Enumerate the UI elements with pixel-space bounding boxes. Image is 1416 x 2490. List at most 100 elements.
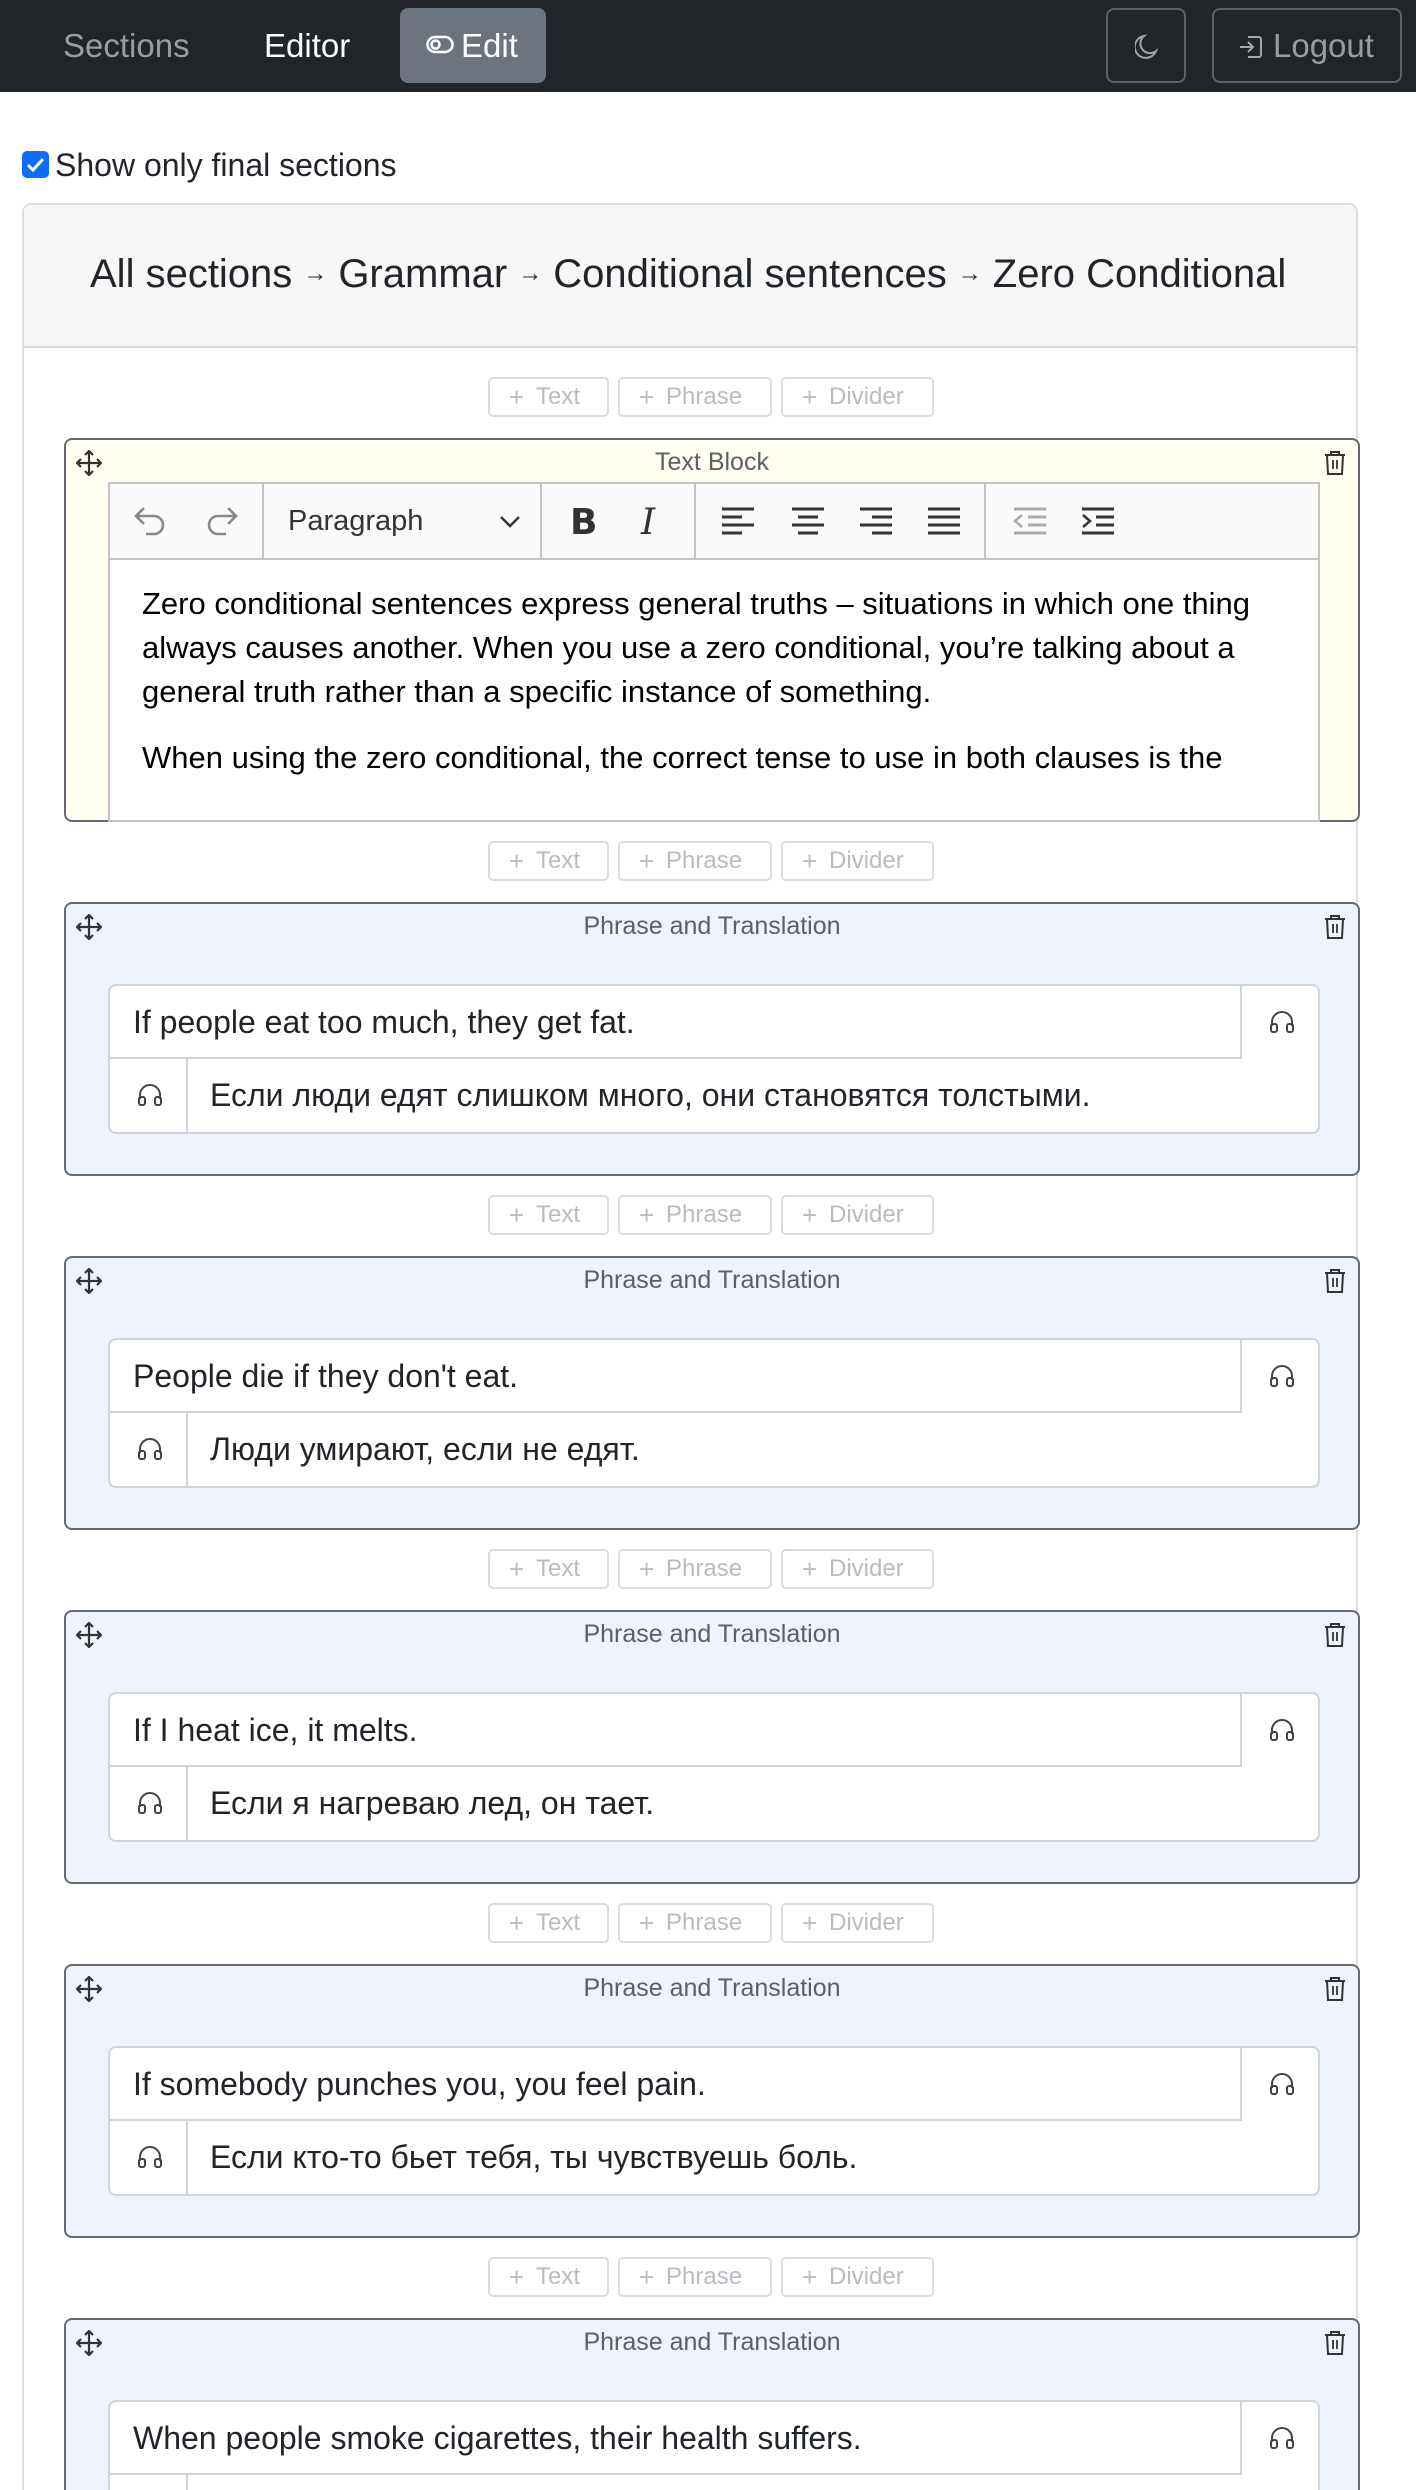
- phrase-block: Phrase and Translation People die if the…: [64, 1256, 1360, 1530]
- align-justify-icon[interactable]: [926, 506, 962, 543]
- add-text-button[interactable]: + Text: [488, 2257, 609, 2297]
- phrase-field[interactable]: When people smoke cigarettes, their heal…: [133, 2402, 862, 2475]
- add-text-button[interactable]: + Text: [488, 1549, 609, 1589]
- move-icon[interactable]: [75, 2329, 103, 2361]
- arrow-right-icon: →: [303, 260, 328, 287]
- translation-field[interactable]: Если кто-то бьет тебя, ты чувствуешь бол…: [210, 2121, 857, 2194]
- phrase-input-group: If I heat ice, it melts. Если я нагреваю…: [108, 1692, 1320, 1842]
- add-phrase-button[interactable]: + Phrase: [618, 1903, 772, 1943]
- edit-toggle-button[interactable]: Edit: [400, 8, 546, 83]
- phrase-block: Phrase and Translation When people smoke…: [64, 2318, 1360, 2490]
- add-phrase-button[interactable]: + Phrase: [618, 377, 772, 417]
- translation-field[interactable]: Если люди едят слишком много, они станов…: [210, 1059, 1091, 1132]
- card-header: All sections → Grammar → Conditional sentenc…: [24, 205, 1356, 348]
- headphones-icon[interactable]: [110, 1413, 188, 1486]
- headphones-icon[interactable]: [110, 1059, 188, 1132]
- add-phrase-button[interactable]: + Phrase: [618, 1549, 772, 1589]
- text-block: Text Block Paragraph B I Zero conditiona…: [64, 438, 1360, 822]
- breadcrumb-conditional-sentences[interactable]: Conditional sentences: [553, 245, 947, 303]
- add-divider-button[interactable]: + Divider: [781, 1903, 934, 1943]
- add-text-button[interactable]: + Text: [488, 841, 609, 881]
- add-phrase-button[interactable]: + Phrase: [618, 1195, 772, 1235]
- chevron-down-icon[interactable]: [498, 511, 522, 536]
- phrase-field[interactable]: If people eat too much, they get fat.: [133, 986, 635, 1059]
- trash-icon[interactable]: [1324, 1976, 1346, 2007]
- bold-icon[interactable]: B: [570, 502, 597, 543]
- headphones-icon[interactable]: [110, 2121, 188, 2194]
- trash-icon[interactable]: [1324, 1622, 1346, 1653]
- checkmark-icon: [26, 157, 45, 173]
- logout-label: Logout: [1273, 27, 1374, 64]
- move-icon[interactable]: [75, 1621, 103, 1653]
- editor-content[interactable]: Zero conditional sentences express gener…: [142, 582, 1292, 802]
- phrase-input-group: If somebody punches you, you feel pain. …: [108, 2046, 1320, 2196]
- redo-icon[interactable]: [204, 504, 240, 543]
- align-left-icon[interactable]: [720, 506, 756, 543]
- add-divider-button[interactable]: + Divider: [781, 377, 934, 417]
- move-icon[interactable]: [75, 1267, 103, 1299]
- block-title: Phrase and Translation: [583, 912, 841, 940]
- headphones-icon[interactable]: [1240, 2402, 1318, 2475]
- arrow-right-icon: →: [518, 260, 543, 287]
- align-center-icon[interactable]: [790, 506, 826, 543]
- block-title: Text Block: [655, 448, 769, 476]
- rich-text-editor[interactable]: Paragraph B I Zero conditional sentences…: [108, 482, 1320, 822]
- phrase-field[interactable]: People die if they don't eat.: [133, 1340, 518, 1413]
- add-text-button[interactable]: + Text: [488, 1195, 609, 1235]
- move-icon[interactable]: [75, 1975, 103, 2007]
- add-text-button[interactable]: + Text: [488, 1903, 609, 1943]
- trash-icon[interactable]: [1324, 1268, 1346, 1299]
- add-divider-button[interactable]: + Divider: [781, 2257, 934, 2297]
- toggle-icon: [426, 35, 454, 54]
- logout-button[interactable]: Logout: [1212, 8, 1402, 83]
- indent-icon[interactable]: [1080, 506, 1116, 543]
- editor-toolbar: Paragraph B I: [110, 484, 1318, 560]
- paragraph-format-select[interactable]: Paragraph: [288, 484, 423, 558]
- translation-field[interactable]: Люди умирают, если не едят.: [210, 1413, 640, 1486]
- add-divider-button[interactable]: + Divider: [781, 1195, 934, 1235]
- headphones-icon[interactable]: [110, 2475, 188, 2490]
- headphones-icon[interactable]: [1240, 1694, 1318, 1767]
- move-icon[interactable]: [75, 449, 103, 481]
- arrow-right-icon: →: [957, 260, 982, 287]
- nav-editor-link[interactable]: Editor: [264, 0, 350, 92]
- breadcrumb-all-sections[interactable]: All sections: [90, 245, 292, 303]
- nav-sections-link[interactable]: Sections: [63, 0, 190, 92]
- trash-icon[interactable]: [1324, 914, 1346, 945]
- move-icon[interactable]: [75, 913, 103, 945]
- edit-button-label: Edit: [461, 27, 518, 64]
- final-sections-label: Show only final sections: [55, 147, 397, 183]
- phrase-block: Phrase and Translation If people eat too…: [64, 902, 1360, 1176]
- logout-icon: [1240, 36, 1262, 58]
- block-title: Phrase and Translation: [583, 1266, 841, 1294]
- editor-paragraph: Zero conditional sentences express gener…: [142, 586, 1251, 709]
- undo-icon[interactable]: [132, 504, 168, 543]
- phrase-field[interactable]: If I heat ice, it melts.: [133, 1694, 418, 1767]
- add-divider-button[interactable]: + Divider: [781, 841, 934, 881]
- breadcrumb-current: Zero Conditional: [992, 252, 1287, 296]
- add-phrase-button[interactable]: + Phrase: [618, 841, 772, 881]
- add-phrase-button[interactable]: + Phrase: [618, 2257, 772, 2297]
- phrase-field[interactable]: If somebody punches you, you feel pain.: [133, 2048, 706, 2121]
- phrase-input-group: People die if they don't eat. Люди умира…: [108, 1338, 1320, 1488]
- breadcrumb-grammar[interactable]: Grammar: [338, 245, 507, 303]
- trash-icon[interactable]: [1324, 2330, 1346, 2361]
- headphones-icon[interactable]: [1240, 986, 1318, 1059]
- top-navbar: Sections Editor Edit Logout: [0, 0, 1416, 92]
- align-right-icon[interactable]: [858, 506, 894, 543]
- add-divider-button[interactable]: + Divider: [781, 1549, 934, 1589]
- translation-field[interactable]: Если я нагреваю лед, он тает.: [210, 1767, 654, 1840]
- headphones-icon[interactable]: [110, 1767, 188, 1840]
- moon-icon: [1135, 34, 1159, 59]
- headphones-icon[interactable]: [1240, 2048, 1318, 2121]
- editor-paragraph: When using the zero conditional, the cor…: [142, 740, 1223, 775]
- theme-toggle-button[interactable]: [1106, 8, 1186, 83]
- final-sections-checkbox[interactable]: [22, 151, 49, 178]
- outdent-icon[interactable]: [1012, 506, 1048, 543]
- phrase-input-group: When people smoke cigarettes, their heal…: [108, 2400, 1320, 2490]
- trash-icon[interactable]: [1324, 450, 1346, 481]
- add-text-button[interactable]: + Text: [488, 377, 609, 417]
- headphones-icon[interactable]: [1240, 1340, 1318, 1413]
- italic-icon[interactable]: I: [641, 502, 655, 543]
- breadcrumb: All sections → Grammar → Conditional sentenc…: [90, 245, 1286, 303]
